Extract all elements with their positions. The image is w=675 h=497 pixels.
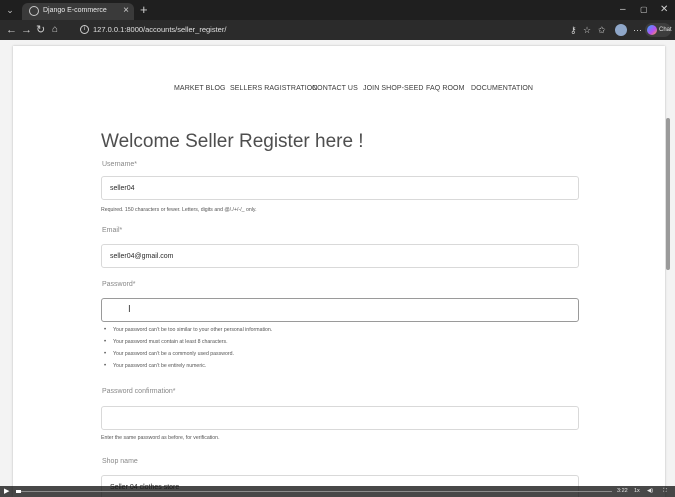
nav-market-blog[interactable]: MARKET BLOG — [174, 84, 226, 94]
email-input[interactable]: seller04@gmail.com — [101, 244, 579, 268]
forward-icon[interactable]: → — [21, 23, 32, 37]
favorite-star-icon[interactable]: ☆ — [583, 24, 591, 36]
playback-speed[interactable]: 1x — [634, 486, 640, 497]
site-navigation: MARKET BLOG SELLERS RAGISTRATION CONTACT… — [13, 84, 665, 96]
username-value: seller04 — [110, 185, 135, 192]
video-controls-bar: ▶ 3:22 1x ◀) ⛶ — [0, 486, 675, 497]
password-confirmation-input[interactable] — [101, 406, 579, 430]
video-time: 3:22 — [617, 488, 628, 494]
username-input[interactable]: seller04 — [101, 176, 579, 200]
more-options-icon[interactable]: ⋯ — [633, 24, 642, 36]
page-viewport: MARKET BLOG SELLERS RAGISTRATION CONTACT… — [0, 40, 675, 497]
password-confirmation-help-text: Enter the same password as before, for v… — [101, 435, 220, 441]
maximize-button[interactable]: ▢ — [640, 3, 648, 17]
email-label: Email* — [102, 227, 123, 234]
password-rule: Your password can’t be too similar to yo… — [104, 326, 272, 334]
refresh-icon[interactable]: ↻ — [36, 23, 45, 37]
page-title: Welcome Seller Register here ! — [101, 131, 364, 152]
site-info-icon[interactable]: i — [80, 25, 89, 34]
nav-sellers-registration[interactable]: SELLERS RAGISTRATION — [230, 84, 317, 94]
globe-icon — [29, 6, 39, 16]
text-cursor-icon: I — [128, 304, 131, 315]
email-value: seller04@gmail.com — [110, 253, 174, 260]
new-tab-button[interactable]: + — [140, 3, 148, 17]
play-icon[interactable]: ▶ — [4, 486, 9, 497]
browser-tab-strip: ⌄ Django E-commerce × + – ▢ ✕ — [0, 0, 675, 20]
fullscreen-icon[interactable]: ⛶ — [663, 486, 667, 497]
copilot-chat-button[interactable]: Chat — [645, 23, 672, 37]
nav-faq-room[interactable]: FAQ ROOM — [426, 84, 465, 94]
address-bar[interactable]: 127.0.0.1:8000/accounts/seller_register/ — [93, 25, 226, 35]
tab-actions-menu-icon[interactable]: ⌄ — [4, 4, 16, 16]
video-progress — [16, 490, 21, 493]
page-scrollbar[interactable] — [666, 118, 670, 270]
nav-contact-us[interactable]: CONTACT US — [312, 84, 358, 94]
page-content: MARKET BLOG SELLERS RAGISTRATION CONTACT… — [13, 46, 665, 497]
password-rule: Your password must contain at least 8 ch… — [104, 338, 228, 346]
copilot-label: Chat — [659, 27, 672, 33]
nav-join-shop-seed[interactable]: JOIN SHOP-SEED — [363, 84, 424, 94]
copilot-icon — [647, 25, 657, 35]
password-label: Password* — [102, 281, 136, 288]
home-icon[interactable]: ⌂ — [52, 23, 58, 37]
profile-avatar[interactable] — [615, 24, 627, 36]
close-window-button[interactable]: ✕ — [660, 3, 668, 17]
browser-tab[interactable]: Django E-commerce × — [22, 3, 134, 20]
minimize-button[interactable]: – — [620, 3, 626, 17]
volume-icon[interactable]: ◀) — [647, 486, 653, 497]
password-rule: Your password can’t be entirely numeric. — [104, 362, 206, 370]
password-confirmation-label: Password confirmation* — [102, 388, 176, 395]
password-rule: Your password can’t be a commonly used p… — [104, 350, 234, 358]
nav-documentation[interactable]: DOCUMENTATION — [471, 84, 533, 94]
username-help-text: Required. 150 characters or fewer. Lette… — [101, 207, 257, 213]
favorites-icon[interactable]: ✩ — [598, 24, 606, 36]
close-tab-icon[interactable]: × — [123, 5, 129, 17]
browser-toolbar: ← → ↻ ⌂ i 127.0.0.1:8000/accounts/seller… — [0, 20, 675, 40]
video-seek-bar[interactable] — [16, 491, 612, 492]
tab-title: Django E-commerce — [43, 7, 107, 14]
password-input[interactable]: I — [101, 298, 579, 322]
back-icon[interactable]: ← — [6, 23, 17, 37]
username-label: Username* — [102, 161, 138, 168]
shop-name-label: Shop name — [102, 458, 138, 465]
key-icon[interactable]: ⚷ — [570, 24, 577, 36]
